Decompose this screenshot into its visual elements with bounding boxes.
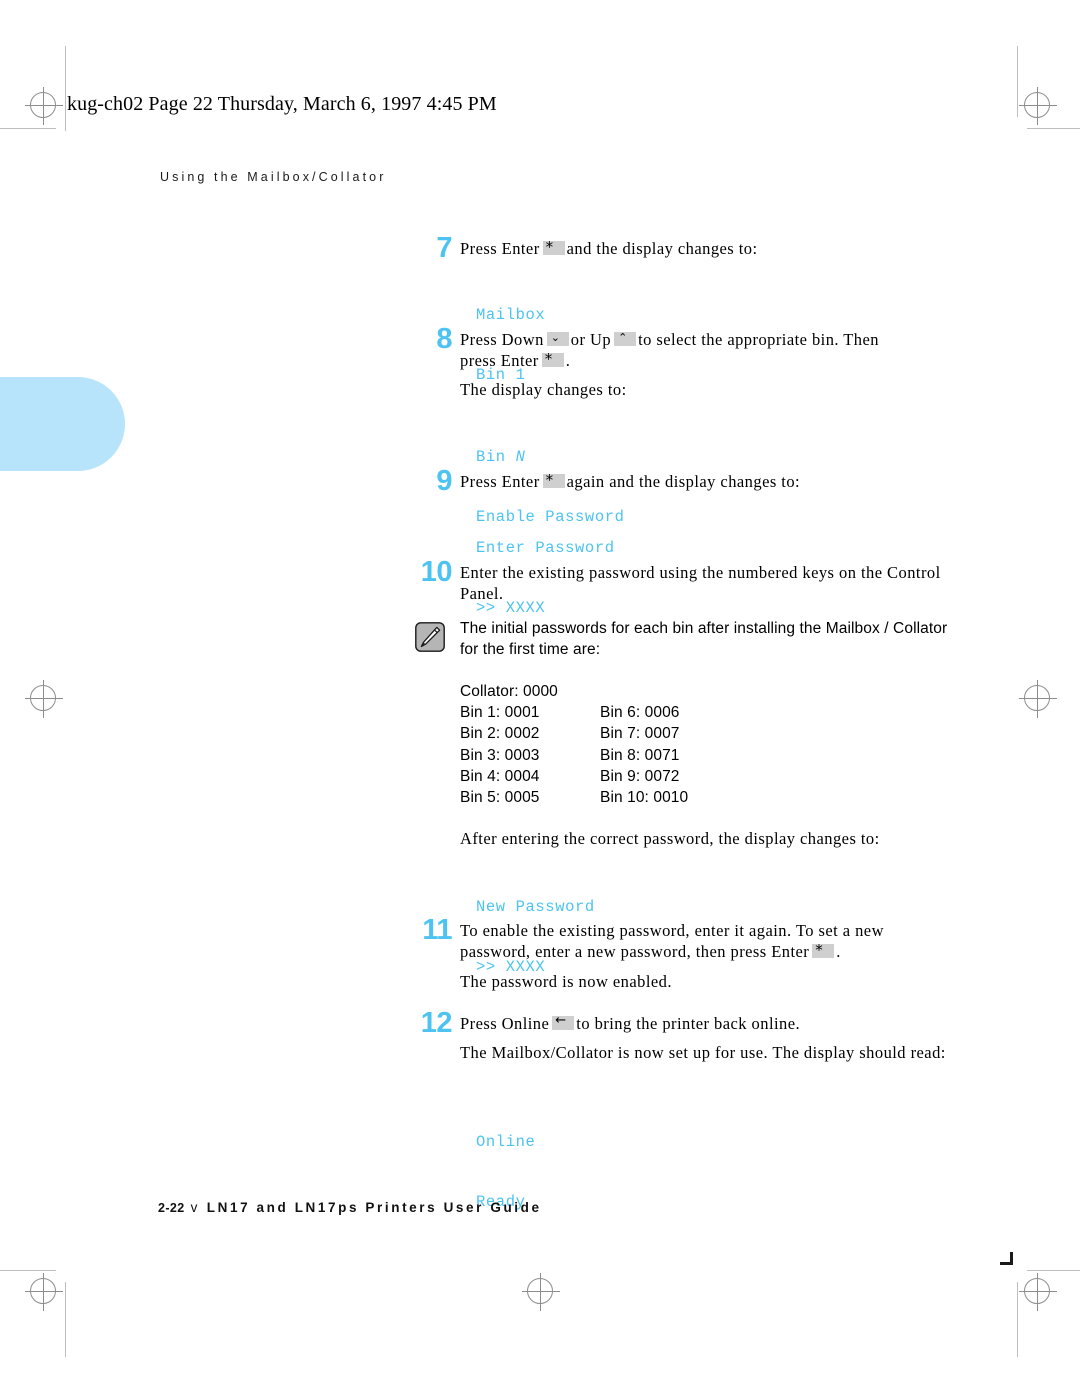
table-row: Collator: 0000 <box>460 681 688 702</box>
step-11-line1: To enable the existing password, enter i… <box>460 921 884 940</box>
step-11-line2-a: password, enter a new password, then pre… <box>460 942 810 961</box>
step-8-line1-a: Press Down <box>460 330 544 349</box>
table-row: Bin 3: 0003 Bin 8: 0071 <box>460 745 688 766</box>
step-9-text-before: Press Enter <box>460 472 540 491</box>
step-8-line2-b: . <box>565 351 571 370</box>
step-10-number: 10 <box>420 556 453 588</box>
step-7-text-after: and the display changes to: <box>566 239 758 258</box>
step-11-number: 11 <box>422 914 452 946</box>
step-11-line2-b: . <box>836 942 841 961</box>
display-line-bin: Bin <box>476 448 516 466</box>
trim-line-bottom-right <box>1027 1270 1080 1271</box>
chapter-thumb-tab <box>0 377 125 471</box>
table-row: Bin 1: 0001 Bin 6: 0006 <box>460 702 688 723</box>
step-7-number: 7 <box>436 232 452 264</box>
registration-mark-mid-right <box>1019 680 1057 718</box>
page-footer: 2-22 v LN17 and LN17ps Printers User Guide <box>158 1200 542 1215</box>
up-arrow-key-icon[interactable]: ⌃ <box>614 332 637 346</box>
crop-corner-bottom-right <box>1000 1252 1013 1265</box>
step-12-number: 12 <box>420 1007 453 1039</box>
display-line: Enter Password <box>476 539 615 557</box>
bin-password-left: Bin 4: 0004 <box>460 767 540 785</box>
step-8-line2-a: press Enter <box>460 351 539 370</box>
step-11: 11 To enable the existing password, ente… <box>410 914 970 962</box>
display-line: Online <box>476 1133 536 1151</box>
trim-line-top-right <box>1027 128 1080 129</box>
display-readout-step-12: Online Ready <box>476 1092 535 1252</box>
table-row: Bin 5: 0005 Bin 10: 0010 <box>460 787 688 808</box>
bin-password-left: Bin 1: 0001 <box>460 704 540 722</box>
note-text: The initial passwords for each bin after… <box>460 620 948 658</box>
display-italic-token: N <box>515 448 526 466</box>
display-line: New Password <box>476 898 595 916</box>
step-11-text: To enable the existing password, enter i… <box>460 920 970 962</box>
after-password-paragraph: After entering the correct password, the… <box>460 829 880 848</box>
table-row: Bin 4: 0004 Bin 9: 0072 <box>460 766 688 787</box>
registration-mark-mid-left <box>25 680 63 718</box>
bin-password-left: Bin 5: 0005 <box>460 788 540 806</box>
step-8-text: Press Down ⌄ or Up ⌃ to select the appropria… <box>460 329 970 371</box>
collator-password: Collator: 0000 <box>460 683 558 700</box>
registration-mark-bottom-right <box>1019 1273 1057 1311</box>
footer-page-number: 2-22 <box>158 1201 185 1215</box>
running-head: Using the Mailbox/Collator <box>160 170 387 184</box>
enter-key-icon[interactable]: * <box>812 944 835 958</box>
file-header-line: kug-ch02 Page 22 Thursday, March 6, 1997… <box>67 93 497 115</box>
bin-password-left: Bin 2: 0002 <box>460 725 540 743</box>
trim-line-bottom-right-vert <box>1017 1282 1018 1357</box>
enter-key-icon[interactable]: * <box>541 353 564 367</box>
step-12-text: Press Online ← to bring the printer back o… <box>460 1013 970 1034</box>
down-arrow-key-icon[interactable]: ⌄ <box>546 332 569 346</box>
registration-mark-top-left <box>25 87 63 125</box>
step-9-text-after: again and the display changes to: <box>566 472 801 491</box>
table-row: Bin 2: 0002 Bin 7: 0007 <box>460 723 688 744</box>
step-7-text: Press Enter * and the display changes to: <box>460 238 970 259</box>
bin-password-left: Bin 3: 0003 <box>460 746 540 764</box>
trim-line-right <box>1017 46 1018 117</box>
step-9: 9 Press Enter * again and the display chan… <box>410 465 970 497</box>
bin-password-right: Bin 10: 0010 <box>600 788 689 806</box>
step-11-follow-paragraph: The password is now enabled. <box>460 972 672 991</box>
password-table: Collator: 0000 Bin 1: 0001 Bin 6: 0006 Bi… <box>460 681 688 808</box>
bin-password-right: Bin 7: 0007 <box>600 725 680 743</box>
enter-key-icon[interactable]: * <box>542 474 565 488</box>
step-12-text-after: to bring the printer back online. <box>576 1014 801 1033</box>
bin-password-right: Bin 9: 0072 <box>600 767 680 785</box>
trim-line-left <box>65 46 66 131</box>
enter-key-icon[interactable]: * <box>542 241 565 255</box>
step-8: 8 Press Down ⌄ or Up ⌃ to select the appropr… <box>410 323 970 371</box>
bin-password-right: Bin 6: 0006 <box>600 704 680 722</box>
display-line: Mailbox <box>476 306 546 324</box>
step-9-text: Press Enter * again and the display change… <box>460 471 970 492</box>
step-8-line1-b: or Up <box>570 330 612 349</box>
registration-mark-bottom-left <box>25 1273 63 1311</box>
footer-title: LN17 and LN17ps Printers User Guide <box>206 1200 542 1215</box>
step-7: 7 Press Enter * and the display changes to… <box>410 232 970 264</box>
step-7-text-before: Press Enter <box>460 239 540 258</box>
step-12-follow-paragraph: The Mailbox/Collator is now set up for u… <box>460 1043 946 1062</box>
display-line: Bin N <box>476 447 625 467</box>
step-10: 10 Enter the existing password using the… <box>410 556 970 604</box>
trim-line-bottom-left <box>0 1270 56 1271</box>
step-8-follow-paragraph: The display changes to: <box>460 380 627 399</box>
step-12: 12 Press Online ← to bring the printer bac… <box>410 1007 970 1039</box>
step-8-line1-c: to select the appropriate bin. Then <box>638 330 879 349</box>
registration-mark-top-right <box>1019 87 1057 125</box>
footer-separator-icon: v <box>190 1200 198 1215</box>
registration-mark-bottom-center <box>522 1273 560 1311</box>
step-8-number: 8 <box>436 323 452 355</box>
trim-line-top-left <box>0 128 56 129</box>
trim-line-bottom-left-vert <box>65 1282 66 1357</box>
step-10-text: Enter the existing password using the nu… <box>460 563 941 603</box>
step-9-number: 9 <box>436 465 452 497</box>
online-key-icon[interactable]: ← <box>552 1016 575 1030</box>
pencil-note-icon <box>415 622 445 652</box>
step-12-text-before: Press Online <box>460 1014 550 1033</box>
bin-password-right: Bin 8: 0071 <box>600 746 680 764</box>
